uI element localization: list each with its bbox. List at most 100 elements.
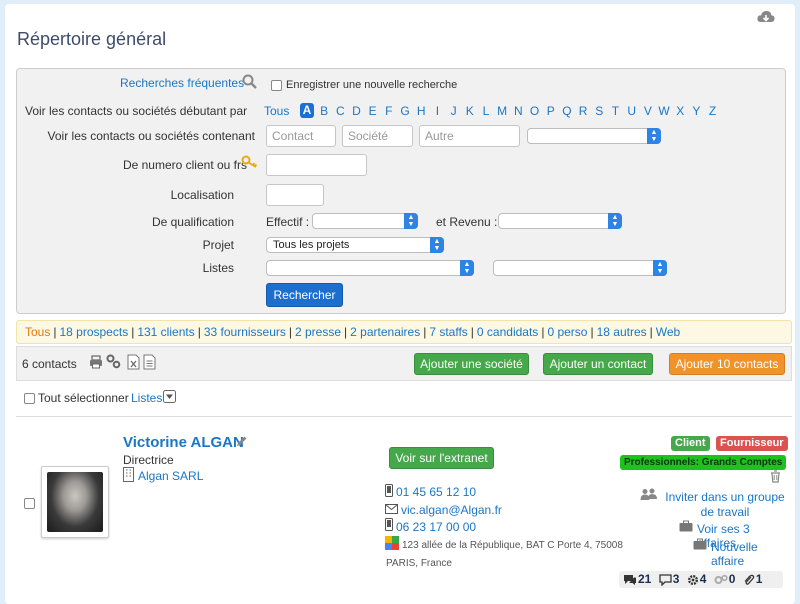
letter-filter-a[interactable]: A xyxy=(300,103,314,118)
add-contact-button[interactable]: Ajouter un contact xyxy=(543,353,653,375)
staff-select[interactable]: ▲ ▼ xyxy=(312,213,418,229)
project-select-value: Tous les projets xyxy=(273,239,350,251)
location-input[interactable] xyxy=(266,184,324,206)
letter-filter-e[interactable]: E xyxy=(365,104,381,118)
invite-group-link[interactable]: Inviter dans un groupe de travail xyxy=(660,490,790,520)
revenue-select[interactable]: ▲ ▼ xyxy=(498,213,622,229)
address-line: 123 allée de la République, BAT C Porte … xyxy=(402,540,623,551)
letter-filter-j[interactable]: J xyxy=(446,104,462,118)
extranet-button[interactable]: Voir sur l'extranet xyxy=(389,447,494,469)
letter-filter-h[interactable]: H xyxy=(413,104,429,118)
filter-link[interactable]: 0 candidats xyxy=(477,325,538,339)
email-link[interactable]: vic.algan@Algan.fr xyxy=(401,503,502,517)
phone-link[interactable]: 01 45 65 12 10 xyxy=(396,485,476,499)
filter-link[interactable]: 7 staffs xyxy=(429,325,467,339)
new-deal-link[interactable]: Nouvelle affaire xyxy=(711,540,792,568)
letter-filter-i[interactable]: I xyxy=(429,104,445,118)
letter-filter-l[interactable]: L xyxy=(478,104,494,118)
filter-link[interactable]: Web xyxy=(656,325,680,339)
key-icon xyxy=(241,155,258,168)
filter-link[interactable]: 131 clients xyxy=(137,325,194,339)
filter-link[interactable]: 2 presse xyxy=(295,325,341,339)
company-search-input[interactable] xyxy=(342,125,413,147)
letter-filter-x[interactable]: X xyxy=(672,104,688,118)
add-company-button[interactable]: Ajouter une société xyxy=(414,353,529,375)
edit-pencil-icon[interactable] xyxy=(235,435,248,448)
alphabet-filter: Tous A B C D E F G H I J K L M N O P Q R S T U V W X Y Z xyxy=(264,103,721,118)
letter-filter-u[interactable]: U xyxy=(624,104,640,118)
filter-link[interactable]: 2 partenaires xyxy=(350,325,420,339)
search-icon[interactable] xyxy=(242,74,257,89)
contact-select-checkbox[interactable] xyxy=(24,498,35,509)
settings-gears-icon[interactable] xyxy=(106,354,121,369)
mobile-link[interactable]: 06 23 17 00 00 xyxy=(396,520,476,534)
letter-filter-g[interactable]: G xyxy=(397,104,413,118)
comments-icon[interactable] xyxy=(623,574,637,586)
lists-link[interactable]: Listes xyxy=(131,391,162,405)
attachments-count: 1 xyxy=(755,572,763,586)
letter-filter-v[interactable]: V xyxy=(640,104,656,118)
paperclip-icon[interactable] xyxy=(743,574,755,586)
contact-name[interactable]: Victorine ALGAN xyxy=(123,434,244,451)
search-button[interactable]: Rechercher xyxy=(266,283,343,307)
letter-filter-q[interactable]: Q xyxy=(559,104,575,118)
containing-label: Voir les contacts ou sociétés contenant xyxy=(47,129,255,143)
group-icon xyxy=(640,488,657,500)
filter-link[interactable]: 0 perso xyxy=(547,325,587,339)
letter-filter-o[interactable]: O xyxy=(526,104,542,118)
messages-icon[interactable] xyxy=(659,574,672,586)
client-badge: Client xyxy=(671,436,710,451)
list-toolbar: 6 contacts Ajouter une société Ajouter u… xyxy=(16,346,792,381)
company-link[interactable]: Algan SARL xyxy=(138,469,203,483)
letter-filter-all[interactable]: Tous xyxy=(264,104,300,118)
project-select[interactable]: Tous les projets ▲ ▼ xyxy=(266,237,444,253)
letter-filter-y[interactable]: Y xyxy=(688,104,704,118)
filter-separator: | xyxy=(541,325,545,339)
contact-search-input[interactable] xyxy=(266,125,336,147)
containing-type-select[interactable]: ▲ ▼ xyxy=(527,128,661,144)
filter-link[interactable]: 33 fournisseurs xyxy=(204,325,286,339)
letter-filter-k[interactable]: K xyxy=(462,104,478,118)
avatar[interactable] xyxy=(41,466,109,538)
automation-gears-icon[interactable] xyxy=(714,574,728,586)
letter-filter-m[interactable]: M xyxy=(494,104,510,118)
lists-select-1[interactable]: ▲ ▼ xyxy=(266,260,474,276)
letter-filter-w[interactable]: W xyxy=(656,104,672,118)
filter-link[interactable]: 18 prospects xyxy=(59,325,128,339)
letter-filter-p[interactable]: P xyxy=(543,104,559,118)
phone-icon xyxy=(385,484,393,497)
letter-filter-c[interactable]: C xyxy=(332,104,348,118)
letter-filter-f[interactable]: F xyxy=(381,104,397,118)
document-export-icon[interactable] xyxy=(143,354,156,370)
trash-icon[interactable] xyxy=(770,470,781,483)
dropdown-toggle-icon[interactable] xyxy=(163,390,176,403)
letter-filter-s[interactable]: S xyxy=(591,104,607,118)
save-search-checkbox[interactable] xyxy=(271,80,282,91)
selection-row: Tout sélectionner Listes xyxy=(16,382,792,414)
tasks-count: 4 xyxy=(699,572,707,586)
tasks-gear-icon[interactable] xyxy=(687,574,699,586)
letter-filter-z[interactable]: Z xyxy=(705,104,721,118)
letter-filter-r[interactable]: R xyxy=(575,104,591,118)
segment-badge: Professionnels: Grands Comptes xyxy=(620,455,787,470)
frequent-searches-link[interactable]: Recherches fréquentes xyxy=(120,76,244,90)
lists-select-2[interactable]: ▲ ▼ xyxy=(493,260,667,276)
select-all-label: Tout sélectionner xyxy=(38,391,129,405)
staff-label: Effectif : xyxy=(266,215,310,229)
letter-filter-t[interactable]: T xyxy=(607,104,623,118)
map-pin-icon xyxy=(385,536,399,550)
letter-filter-n[interactable]: N xyxy=(510,104,526,118)
cloud-download-icon[interactable] xyxy=(757,10,775,24)
filter-link[interactable]: 18 autres xyxy=(597,325,647,339)
page-container: Répertoire général Recherches fréquentes… xyxy=(5,4,795,604)
letter-filter-b[interactable]: B xyxy=(316,104,332,118)
select-all-checkbox[interactable] xyxy=(24,393,35,404)
add-10-contacts-button[interactable]: Ajouter 10 contacts xyxy=(669,353,785,375)
filter-link[interactable]: Tous xyxy=(25,325,50,339)
client-number-label: De numero client ou frs xyxy=(122,158,247,172)
client-number-input[interactable] xyxy=(266,154,367,176)
print-icon[interactable] xyxy=(89,355,103,369)
letter-filter-d[interactable]: D xyxy=(348,104,364,118)
other-search-input[interactable] xyxy=(419,125,520,147)
excel-export-icon[interactable] xyxy=(127,354,140,370)
